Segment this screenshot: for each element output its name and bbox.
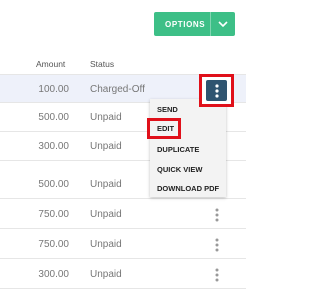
more-actions-button-active[interactable] — [199, 74, 234, 107]
table-row[interactable]: 750.00 Unpaid — [0, 200, 246, 229]
amount-cell: 100.00 — [38, 84, 69, 95]
table-row[interactable]: 300.00 Unpaid — [0, 260, 246, 289]
amount-cell: 300.00 — [38, 269, 69, 280]
status-cell: Unpaid — [90, 209, 122, 220]
more-actions-icon[interactable] — [210, 207, 224, 223]
options-button[interactable]: OPTIONS — [154, 12, 235, 36]
column-header-status[interactable]: Status — [90, 59, 114, 69]
status-cell: Unpaid — [90, 141, 122, 152]
table-row[interactable]: 750.00 Unpaid — [0, 230, 246, 259]
menu-item-duplicate[interactable]: DUPLICATE — [157, 145, 199, 154]
more-actions-icon[interactable] — [206, 80, 227, 101]
status-cell: Unpaid — [90, 269, 122, 280]
column-header-amount[interactable]: Amount — [36, 59, 65, 69]
menu-item-download-pdf[interactable]: DOWNLOAD PDF — [157, 184, 219, 193]
menu-item-edit[interactable]: EDIT — [157, 124, 174, 133]
more-actions-icon[interactable] — [210, 237, 224, 253]
table-header: Amount Status — [0, 55, 246, 72]
amount-cell: 300.00 — [38, 141, 69, 152]
options-divider — [210, 12, 211, 36]
amount-cell: 750.00 — [38, 209, 69, 220]
status-cell: Charged-Off — [90, 84, 145, 95]
chevron-down-icon[interactable] — [216, 18, 230, 30]
status-cell: Unpaid — [90, 179, 122, 190]
status-cell: Unpaid — [90, 112, 122, 123]
options-button-label: OPTIONS — [165, 19, 206, 29]
menu-item-send[interactable]: SEND — [157, 105, 178, 114]
status-cell: Unpaid — [90, 239, 122, 250]
amount-cell: 500.00 — [38, 112, 69, 123]
amount-cell: 500.00 — [38, 179, 69, 190]
more-actions-icon[interactable] — [210, 267, 224, 283]
amount-cell: 750.00 — [38, 239, 69, 250]
menu-item-quick-view[interactable]: QUICK VIEW — [157, 165, 202, 174]
actions-dropdown-menu: SEND EDIT DUPLICATE QUICK VIEW DOWNLOAD … — [150, 99, 226, 197]
